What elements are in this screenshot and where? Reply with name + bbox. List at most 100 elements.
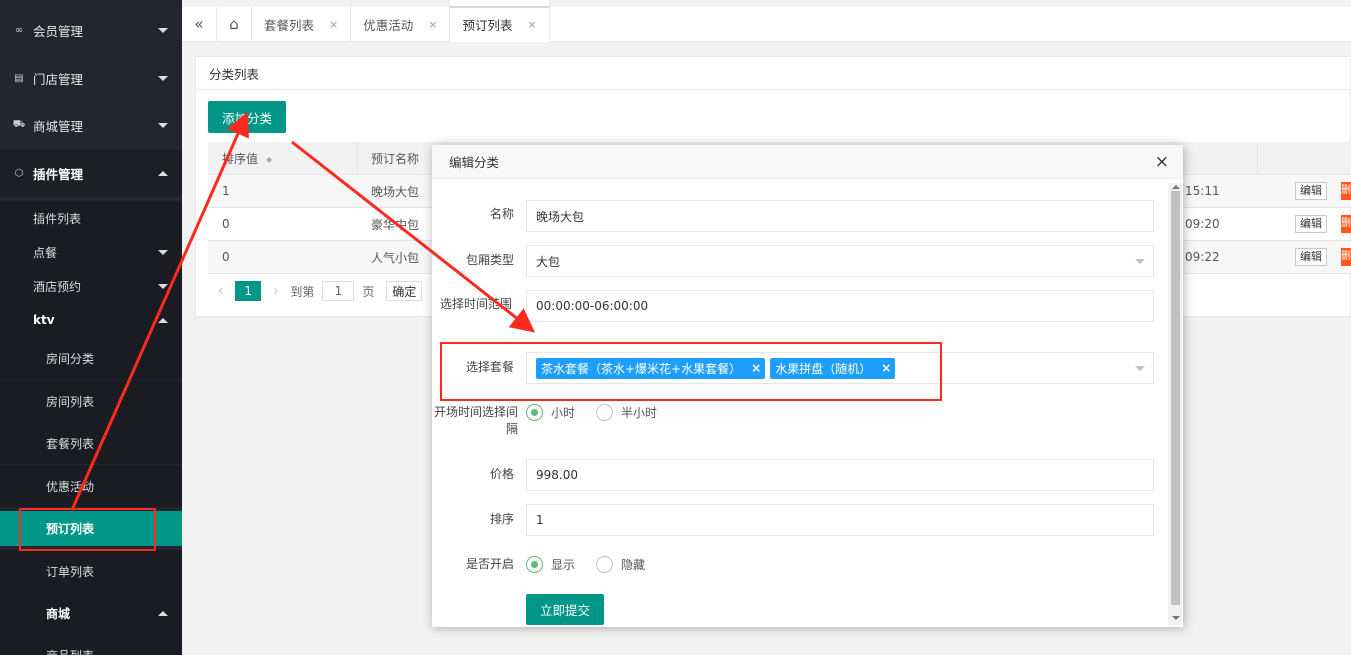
interval-hour-radio[interactable]: 小时 xyxy=(526,404,575,421)
cell-name: 豪华中包 xyxy=(371,217,420,232)
cell-time: 09:20 xyxy=(1185,217,1220,231)
name-input[interactable]: 晚场大包 xyxy=(526,200,1154,232)
sidebar-item-plugins[interactable]: ⬡ 插件管理 xyxy=(0,150,182,197)
chevron-up-icon xyxy=(158,317,168,323)
interval-half-hour-radio[interactable]: 半小时 xyxy=(596,404,657,421)
sidebar-item-member[interactable]: ∞ 会员管理 xyxy=(0,7,182,54)
time-range-input[interactable]: 00:00:00-06:00:00 xyxy=(526,290,1154,322)
sidebar-item-mall[interactable]: ⛟ 商城管理 xyxy=(0,102,182,149)
enabled-label: 是否开启 xyxy=(465,557,514,571)
prev-page-icon[interactable]: ‹ xyxy=(218,284,223,299)
enabled-show-radio[interactable]: 显示 xyxy=(526,556,575,573)
sidebar-item-store[interactable]: ▤ 门店管理 xyxy=(0,55,182,102)
sort-icon[interactable]: ◆ xyxy=(266,155,272,164)
sidebar-item-label: ktv xyxy=(33,313,55,327)
close-icon[interactable]: × xyxy=(428,18,437,31)
tab-label: 套餐列表 xyxy=(264,17,315,33)
room-type-label: 包厢类型 xyxy=(465,253,514,267)
current-page[interactable]: 1 xyxy=(235,281,262,301)
sidebar-item-label: 订单列表 xyxy=(46,564,95,579)
add-category-button[interactable]: 添加分类 xyxy=(208,101,286,133)
sidebar-item-order-list[interactable]: 订单列表 xyxy=(0,550,182,592)
sidebar-item-ordering[interactable]: 点餐 xyxy=(0,235,182,269)
interval-label: 开场时间选择间隔 xyxy=(433,405,518,436)
next-page-icon[interactable]: › xyxy=(273,284,278,299)
sidebar-item-label: 门店管理 xyxy=(33,72,84,87)
sidebar-item-label: 套餐列表 xyxy=(46,436,95,451)
scroll-up-icon[interactable] xyxy=(1172,185,1180,189)
room-type-select[interactable]: 大包 xyxy=(526,245,1154,277)
cell-name: 人气小包 xyxy=(371,250,420,265)
sort-label: 排序 xyxy=(489,512,514,526)
chevron-down-icon xyxy=(1135,259,1145,264)
radio-label: 小时 xyxy=(551,406,576,420)
sidebar-item-room-category[interactable]: 房间分类 xyxy=(0,337,182,379)
radio-unchecked-icon xyxy=(596,556,613,573)
sidebar-item-shop[interactable]: 商城 xyxy=(0,592,182,634)
tab-promotions[interactable]: 优惠活动 × xyxy=(351,0,451,42)
cell-time: 09:22 xyxy=(1185,250,1220,264)
sort-input[interactable]: 1 xyxy=(526,504,1154,536)
scrollbar-thumb[interactable] xyxy=(1171,191,1180,605)
close-icon[interactable]: × xyxy=(527,18,536,31)
enabled-hide-radio[interactable]: 隐藏 xyxy=(596,556,645,573)
sidebar-item-hotel[interactable]: 酒店预约 xyxy=(0,269,182,303)
chevron-down-icon xyxy=(158,123,168,128)
cart-icon: ⛟ xyxy=(12,119,26,130)
tab-package-list[interactable]: 套餐列表 × xyxy=(252,0,352,42)
sidebar-item-label: 点餐 xyxy=(33,245,58,260)
radio-label: 隐藏 xyxy=(621,558,646,572)
sidebar-item-label: 会员管理 xyxy=(33,24,84,39)
edit-button[interactable]: 编辑 xyxy=(1295,215,1327,233)
sidebar-item-label: 商城管理 xyxy=(33,119,84,134)
tab-booking-list[interactable]: 预订列表 × xyxy=(450,0,550,42)
column-header-label: 排序值 xyxy=(222,151,259,166)
collapse-tabs-icon[interactable]: « xyxy=(182,0,217,42)
cell-sort: 0 xyxy=(222,217,230,231)
tab-bar: « ⌂ 套餐列表 × 优惠活动 × 预订列表 × xyxy=(182,0,1351,42)
submit-button[interactable]: 立即提交 xyxy=(526,594,604,625)
column-divider xyxy=(357,142,358,174)
sidebar: ∞ 会员管理 ▤ 门店管理 ⛟ 商城管理 ⬡ 插件管理 插件列表 点餐 酒店预约… xyxy=(0,0,182,655)
page-input[interactable]: 1 xyxy=(322,281,355,301)
sidebar-item-promotions[interactable]: 优惠活动 xyxy=(0,465,182,507)
name-label: 名称 xyxy=(489,207,514,221)
sidebar-item-label: 房间列表 xyxy=(46,394,95,409)
sidebar-item-room-list[interactable]: 房间列表 xyxy=(0,380,182,422)
delete-button[interactable]: 删 xyxy=(1341,248,1351,266)
close-icon[interactable]: × xyxy=(1155,154,1169,171)
close-icon[interactable]: × xyxy=(329,18,338,31)
modal-scrollbar[interactable] xyxy=(1168,183,1182,625)
home-icon[interactable]: ⌂ xyxy=(217,0,252,42)
chevron-down-icon xyxy=(158,28,168,33)
time-range-label: 选择时间范围 xyxy=(439,297,512,311)
page-confirm-button[interactable]: 确定 xyxy=(386,281,423,301)
scroll-down-icon[interactable] xyxy=(1172,616,1180,620)
tab-label: 优惠活动 xyxy=(363,17,414,33)
delete-button[interactable]: 删 xyxy=(1341,215,1351,233)
price-input[interactable]: 998.00 xyxy=(526,459,1154,491)
edit-button[interactable]: 编辑 xyxy=(1295,248,1327,266)
chevron-down-icon xyxy=(158,249,168,255)
cell-time: 15:11 xyxy=(1185,184,1220,198)
column-divider xyxy=(1257,142,1258,174)
column-header-sort[interactable]: 排序值 ◆ xyxy=(222,150,272,167)
annotation-highlight-box xyxy=(440,342,942,401)
column-header-name: 预订名称 xyxy=(371,151,420,166)
edit-button[interactable]: 编辑 xyxy=(1295,182,1327,200)
chevron-up-icon xyxy=(158,610,168,616)
sidebar-item-ktv[interactable]: ktv xyxy=(0,303,182,337)
sidebar-item-label: 酒店预约 xyxy=(33,279,82,294)
price-label: 价格 xyxy=(489,467,514,481)
goto-label: 到第 xyxy=(290,284,315,299)
delete-button[interactable]: 删 xyxy=(1341,182,1351,200)
room-type-value: 大包 xyxy=(536,254,561,269)
sidebar-item-plugin-list[interactable]: 插件列表 xyxy=(0,201,182,235)
sidebar-item-package-list[interactable]: 套餐列表 xyxy=(0,422,182,464)
sidebar-item-product-list[interactable]: 商品列表 xyxy=(0,634,182,655)
sidebar-item-label: 优惠活动 xyxy=(46,479,95,494)
tab-label: 预订列表 xyxy=(462,17,513,33)
panel-title: 分类列表 xyxy=(196,57,1350,90)
sidebar-item-label: 插件列表 xyxy=(33,211,82,226)
radio-checked-icon xyxy=(526,556,543,573)
